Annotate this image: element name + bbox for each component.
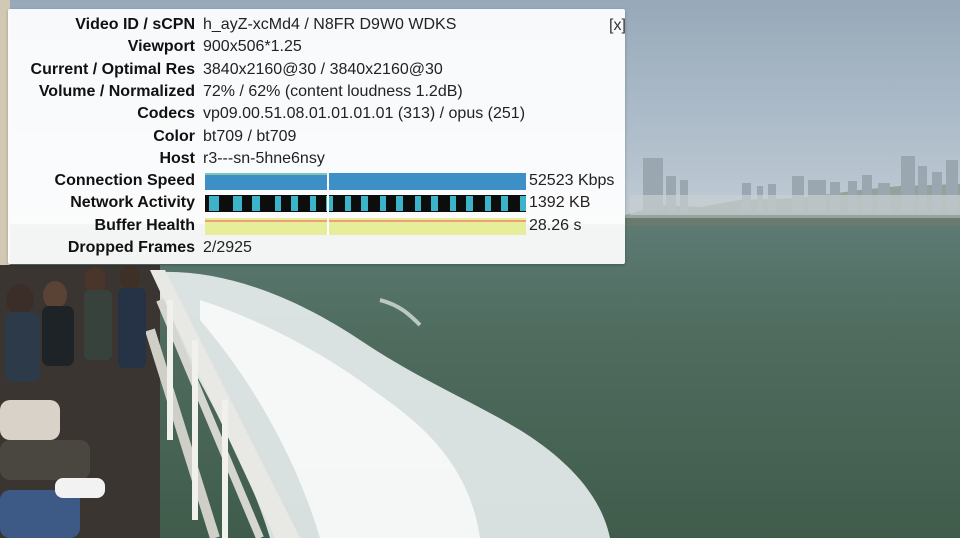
network-activity-bar: [252, 196, 260, 211]
stat-value[interactable]: 900x506*1.25: [203, 36, 302, 58]
stat-label: Volume / Normalized: [38, 83, 195, 100]
stat-row-video-id: Video ID / sCPN h_ayZ-xcMd4 / N8FR D9W0 …: [8, 14, 625, 36]
stat-value[interactable]: vp09.00.51.08.01.01.01.01 (313) / opus (…: [203, 103, 525, 125]
network-activity-bar: [501, 196, 508, 211]
stat-label: Current / Optimal Res: [30, 61, 195, 78]
stat-value[interactable]: r3---sn-5hne6nsy: [203, 148, 325, 170]
stat-label: Viewport: [127, 38, 195, 55]
stat-row-connection-speed: Connection Speed 52523 Kbps: [8, 170, 625, 192]
stat-value[interactable]: 28.26 s: [529, 215, 581, 237]
stat-label: Codecs: [137, 105, 195, 122]
stat-row-codecs: Codecs vp09.00.51.08.01.01.01.01 (313) /…: [8, 103, 625, 125]
stat-row-viewport: Viewport 900x506*1.25: [8, 36, 625, 58]
network-activity-bar: [209, 196, 219, 211]
stat-label: Video ID / sCPN: [75, 16, 195, 33]
stat-label: Buffer Health: [94, 217, 195, 234]
network-activity-bar: [291, 196, 298, 211]
network-activity-bar: [310, 196, 316, 211]
stat-value[interactable]: 72% / 62% (content loudness 1.2dB): [203, 81, 463, 103]
graph-divider: [327, 195, 329, 212]
buffer-health-line: [205, 220, 526, 222]
stat-row-host: Host r3---sn-5hne6nsy: [8, 148, 625, 170]
network-activity-bar: [415, 196, 421, 211]
network-activity-bar: [345, 196, 351, 211]
stat-value[interactable]: h_ayZ-xcMd4 / N8FR D9W0 WDKS: [203, 14, 456, 36]
network-activity-bar: [380, 196, 386, 211]
network-activity-bar: [485, 196, 491, 211]
graph-divider: [327, 173, 329, 190]
stat-label: Network Activity: [70, 194, 195, 211]
stat-row-resolution: Current / Optimal Res 3840x2160@30 / 384…: [8, 59, 625, 81]
network-activity-graph: [205, 195, 526, 212]
stat-value[interactable]: 52523 Kbps: [529, 170, 614, 192]
stat-value[interactable]: 3840x2160@30 / 3840x2160@30: [203, 59, 443, 81]
network-activity-bar: [233, 196, 242, 211]
stat-label: Connection Speed: [54, 172, 195, 189]
network-activity-bar: [520, 196, 526, 211]
network-activity-bar: [450, 196, 456, 211]
network-activity-bar: [431, 196, 438, 211]
stat-label: Color: [153, 128, 195, 145]
stat-label: Host: [159, 150, 195, 167]
network-activity-bar: [396, 196, 403, 211]
connection-speed-graph: [205, 173, 526, 190]
stat-row-dropped-frames: Dropped Frames 2/2925: [8, 237, 625, 259]
stat-value[interactable]: bt709 / bt709: [203, 126, 296, 148]
network-activity-bar: [275, 196, 281, 211]
stat-row-color: Color bt709 / bt709: [8, 126, 625, 148]
buffer-health-graph: [205, 218, 526, 235]
connection-speed-bar: [205, 173, 327, 175]
stat-row-volume: Volume / Normalized 72% / 62% (content l…: [8, 81, 625, 103]
stats-for-nerds-panel: [x] Video ID / sCPN h_ayZ-xcMd4 / N8FR D…: [8, 9, 626, 264]
graph-divider: [327, 218, 329, 235]
network-activity-bar: [466, 196, 473, 211]
stat-value[interactable]: 1392 KB: [529, 192, 590, 214]
stat-label: Dropped Frames: [67, 239, 195, 256]
stat-row-network-activity: Network Activity 1392 KB: [8, 192, 625, 214]
stat-row-buffer-health: Buffer Health 28.26 s: [8, 215, 625, 237]
stat-value[interactable]: 2/2925: [203, 237, 252, 259]
connection-speed-bar: [205, 173, 526, 190]
network-activity-bar: [361, 196, 368, 211]
